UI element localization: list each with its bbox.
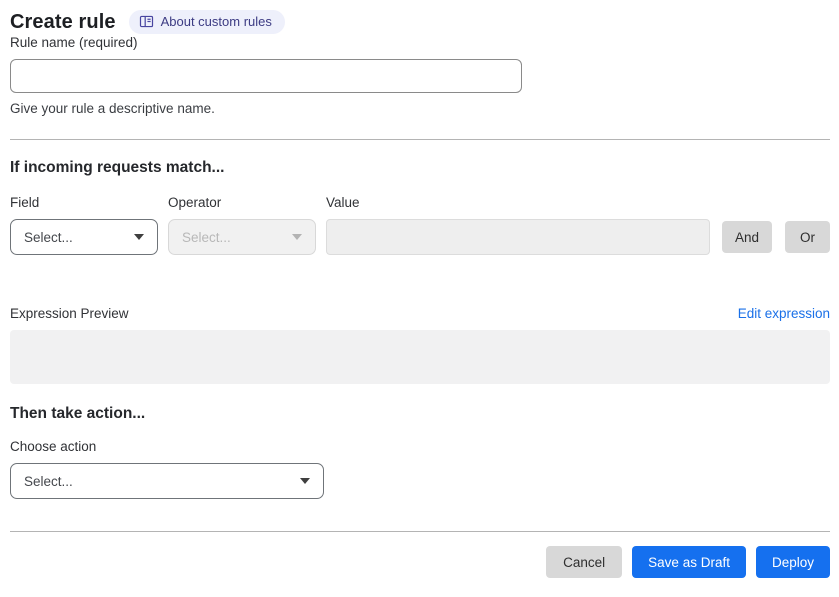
value-input: [326, 219, 710, 255]
rule-name-label: Rule name (required): [10, 35, 138, 50]
chevron-down-icon: [292, 234, 302, 240]
book-icon: [139, 14, 154, 29]
value-column: Value: [326, 195, 710, 255]
match-section-heading: If incoming requests match...: [10, 159, 225, 176]
save-as-draft-button[interactable]: Save as Draft: [632, 546, 746, 578]
section-divider: [10, 139, 830, 140]
page-header: Create rule About custom rules: [10, 10, 830, 34]
about-custom-rules-badge[interactable]: About custom rules: [128, 10, 285, 34]
edit-expression-link[interactable]: Edit expression: [738, 306, 830, 321]
expression-header-row: Expression Preview Edit expression: [10, 306, 830, 321]
value-label: Value: [326, 195, 360, 210]
or-button[interactable]: Or: [785, 221, 830, 253]
chevron-down-icon: [134, 234, 144, 240]
footer-divider: [10, 531, 830, 532]
badge-label: About custom rules: [160, 14, 272, 29]
deploy-button[interactable]: Deploy: [755, 546, 830, 578]
operator-select: Select...: [168, 219, 316, 255]
chevron-down-icon: [300, 478, 310, 484]
and-button[interactable]: And: [722, 221, 772, 253]
field-select-value: Select...: [24, 229, 73, 245]
match-controls-row: Field Select... Operator Select... Value…: [10, 195, 830, 255]
expression-preview-label: Expression Preview: [10, 306, 129, 321]
choose-action-value: Select...: [24, 473, 73, 489]
rule-name-input[interactable]: [10, 59, 522, 93]
page-title: Create rule: [10, 10, 116, 33]
choose-action-select[interactable]: Select...: [10, 463, 324, 499]
action-section-heading: Then take action...: [10, 405, 146, 422]
field-label: Field: [10, 195, 40, 210]
footer-actions: Cancel Save as Draft Deploy: [10, 546, 830, 578]
expression-preview-box: [10, 330, 830, 384]
operator-column: Operator Select...: [168, 195, 316, 255]
operator-label: Operator: [168, 195, 222, 210]
andor-group: And Or: [722, 221, 830, 253]
field-column: Field Select...: [10, 195, 158, 255]
choose-action-label: Choose action: [10, 439, 97, 454]
rule-name-helper: Give your rule a descriptive name.: [10, 101, 215, 116]
operator-select-value: Select...: [182, 229, 231, 245]
cancel-button[interactable]: Cancel: [546, 546, 623, 578]
field-select[interactable]: Select...: [10, 219, 158, 255]
